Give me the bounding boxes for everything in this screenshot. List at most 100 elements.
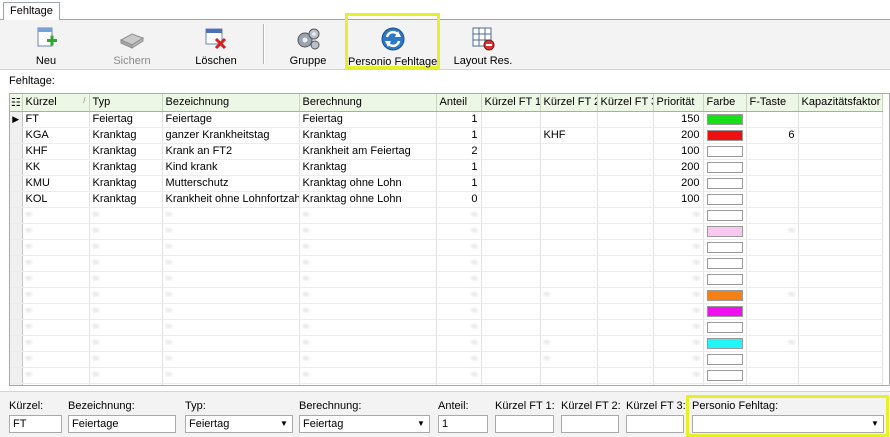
cell-kuerzel-ft3[interactable] bbox=[597, 335, 654, 352]
cell-berechnung[interactable]: ~ bbox=[299, 287, 437, 304]
col-header-kuerzel[interactable]: Kürzel / bbox=[22, 94, 90, 112]
cell-typ[interactable]: Kranktag bbox=[89, 143, 163, 160]
cell-typ[interactable]: Kranktag bbox=[89, 191, 163, 208]
row-indicator[interactable] bbox=[10, 255, 23, 272]
cell-anteil[interactable]: ~ bbox=[436, 271, 482, 288]
cell-farbe[interactable] bbox=[703, 207, 747, 224]
cell-prioritaet[interactable]: ~ bbox=[653, 367, 704, 384]
cell-kuerzel[interactable]: ~ bbox=[22, 271, 90, 288]
cell-anteil[interactable]: ~ bbox=[436, 335, 482, 352]
cell-typ[interactable]: Kranktag bbox=[89, 127, 163, 144]
col-header-anteil[interactable]: Anteil bbox=[436, 94, 482, 112]
kuerzel-ft3-input[interactable] bbox=[626, 415, 684, 433]
fehltage-grid[interactable]: ☷ Kürzel / Typ Bezeichnung Berechnung Ant… bbox=[9, 93, 890, 386]
cell-kuerzel-ft1[interactable] bbox=[481, 191, 541, 208]
cell-kuerzel-ft1[interactable] bbox=[481, 335, 541, 352]
cell-ftaste[interactable] bbox=[746, 303, 799, 320]
cell-kuerzel-ft3[interactable] bbox=[597, 207, 654, 224]
cell-kuerzel[interactable]: ~ bbox=[22, 351, 90, 368]
cell-bezeichnung[interactable]: ~ bbox=[162, 383, 300, 385]
cell-anteil[interactable]: ~ bbox=[436, 207, 482, 224]
cell-prioritaet[interactable]: 100 bbox=[653, 191, 704, 208]
table-row[interactable]: KHF Kranktag Krank an FT2 Krankheit am Feie… bbox=[10, 143, 883, 160]
cell-berechnung[interactable]: Krankheit am Feiertag bbox=[299, 143, 437, 160]
cell-kuerzel-ft1[interactable] bbox=[481, 351, 541, 368]
cell-ftaste[interactable]: ~ bbox=[746, 335, 799, 352]
cell-ftaste[interactable] bbox=[746, 175, 799, 192]
table-row[interactable]: ~ ~ ~ ~ ~ ~ bbox=[10, 383, 883, 385]
cell-kapazitaetsfaktor[interactable] bbox=[798, 303, 883, 320]
row-indicator[interactable] bbox=[10, 239, 23, 256]
cell-berechnung[interactable]: Kranktag ohne Lohn bbox=[299, 175, 437, 192]
cell-kuerzel[interactable]: FT bbox=[22, 111, 90, 128]
kuerzel-input[interactable]: FT bbox=[9, 415, 62, 433]
col-header-bezeichnung[interactable]: Bezeichnung bbox=[162, 94, 300, 112]
cell-kuerzel-ft2[interactable] bbox=[540, 303, 598, 320]
layout-res-button[interactable]: Layout Res. bbox=[452, 22, 514, 68]
cell-prioritaet[interactable]: ~ bbox=[653, 239, 704, 256]
cell-kuerzel[interactable]: KK bbox=[22, 159, 90, 176]
cell-kuerzel-ft3[interactable] bbox=[597, 271, 654, 288]
cell-prioritaet[interactable]: ~ bbox=[653, 271, 704, 288]
cell-typ[interactable]: ~ bbox=[89, 207, 163, 224]
cell-farbe[interactable] bbox=[703, 255, 747, 272]
col-header-kapazitaetsfaktor[interactable]: Kapazitätsfaktor bbox=[798, 94, 883, 112]
cell-kuerzel[interactable]: ~ bbox=[22, 239, 90, 256]
cell-typ[interactable]: Kranktag bbox=[89, 175, 163, 192]
cell-farbe[interactable] bbox=[703, 239, 747, 256]
cell-berechnung[interactable]: ~ bbox=[299, 303, 437, 320]
cell-bezeichnung[interactable]: Feiertage bbox=[162, 111, 300, 128]
cell-kuerzel-ft1[interactable] bbox=[481, 255, 541, 272]
kuerzel-ft1-input[interactable] bbox=[495, 415, 554, 433]
cell-typ[interactable]: ~ bbox=[89, 303, 163, 320]
cell-kuerzel-ft2[interactable] bbox=[540, 159, 598, 176]
tab-fehltage[interactable]: Fehltage bbox=[3, 2, 60, 21]
cell-ftaste[interactable]: ~ bbox=[746, 287, 799, 304]
table-row[interactable]: ~ ~ ~ ~ ~ ~ ~ ~ bbox=[10, 287, 883, 304]
cell-bezeichnung[interactable]: Kind krank bbox=[162, 159, 300, 176]
row-indicator[interactable] bbox=[10, 367, 23, 384]
cell-kapazitaetsfaktor[interactable] bbox=[798, 127, 883, 144]
cell-prioritaet[interactable]: ~ bbox=[653, 383, 704, 385]
cell-anteil[interactable]: 1 bbox=[436, 111, 482, 128]
cell-berechnung[interactable]: ~ bbox=[299, 271, 437, 288]
cell-farbe[interactable] bbox=[703, 111, 747, 128]
cell-berechnung[interactable]: ~ bbox=[299, 223, 437, 240]
cell-kuerzel-ft3[interactable] bbox=[597, 223, 654, 240]
cell-kuerzel[interactable]: ~ bbox=[22, 367, 90, 384]
cell-ftaste[interactable] bbox=[746, 351, 799, 368]
cell-kapazitaetsfaktor[interactable] bbox=[798, 255, 883, 272]
row-indicator[interactable] bbox=[10, 127, 23, 144]
cell-prioritaet[interactable]: ~ bbox=[653, 319, 704, 336]
cell-prioritaet[interactable]: ~ bbox=[653, 351, 704, 368]
new-button[interactable]: Neu bbox=[18, 22, 74, 68]
cell-kuerzel-ft1[interactable] bbox=[481, 143, 541, 160]
table-row[interactable]: ~ ~ ~ ~ ~ ~ bbox=[10, 367, 883, 384]
col-header-kuerzel-ft2[interactable]: Kürzel FT 2 bbox=[540, 94, 598, 112]
cell-kuerzel-ft1[interactable] bbox=[481, 175, 541, 192]
kuerzel-ft2-input[interactable] bbox=[561, 415, 619, 433]
cell-anteil[interactable]: ~ bbox=[436, 319, 482, 336]
cell-kuerzel-ft3[interactable] bbox=[597, 351, 654, 368]
cell-anteil[interactable]: 1 bbox=[436, 159, 482, 176]
table-row[interactable]: KK Kranktag Kind krank Kranktag 1 200 bbox=[10, 159, 883, 176]
cell-bezeichnung[interactable]: Krank an FT2 bbox=[162, 143, 300, 160]
cell-kapazitaetsfaktor[interactable] bbox=[798, 351, 883, 368]
cell-kuerzel[interactable]: KMU bbox=[22, 175, 90, 192]
cell-typ[interactable]: Kranktag bbox=[89, 159, 163, 176]
cell-kuerzel-ft2[interactable] bbox=[540, 383, 598, 385]
cell-kuerzel-ft2[interactable] bbox=[540, 223, 598, 240]
cell-prioritaet[interactable]: ~ bbox=[653, 335, 704, 352]
cell-kuerzel[interactable]: KGA bbox=[22, 127, 90, 144]
cell-kapazitaetsfaktor[interactable] bbox=[798, 271, 883, 288]
cell-farbe[interactable] bbox=[703, 127, 747, 144]
cell-berechnung[interactable]: ~ bbox=[299, 255, 437, 272]
table-row[interactable]: KGA Kranktag ganzer Krankheitstag Kranktag 1… bbox=[10, 127, 883, 144]
cell-anteil[interactable]: ~ bbox=[436, 255, 482, 272]
row-indicator[interactable] bbox=[10, 271, 23, 288]
cell-typ[interactable]: ~ bbox=[89, 367, 163, 384]
row-indicator[interactable] bbox=[10, 319, 23, 336]
cell-kapazitaetsfaktor[interactable] bbox=[798, 175, 883, 192]
cell-kuerzel-ft2[interactable] bbox=[540, 367, 598, 384]
cell-bezeichnung[interactable]: ~ bbox=[162, 335, 300, 352]
